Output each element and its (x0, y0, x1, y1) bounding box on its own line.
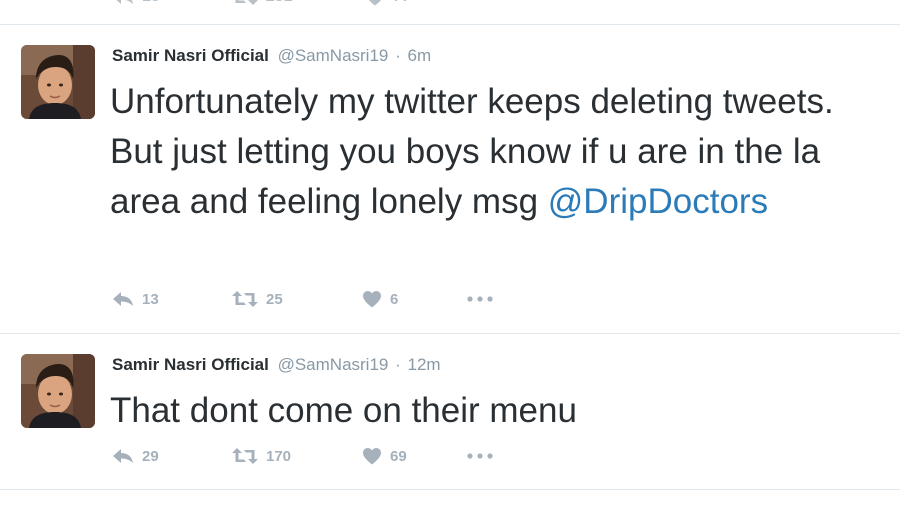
retweet-button[interactable]: 25 (232, 291, 362, 308)
more-icon (467, 453, 493, 459)
like-count: 6 (390, 290, 399, 308)
retweet-count: 231 (266, 0, 293, 6)
tweet[interactable]: Samir Nasri Official @SamNasri19 · 6m Un… (0, 25, 900, 334)
tweet[interactable]: Samir Nasri Official @SamNasri19 · 12m T… (0, 334, 900, 490)
heart-icon (368, 0, 381, 6)
display-name[interactable]: Samir Nasri Official (112, 355, 269, 374)
tweet-actions: 13 25 6 (112, 290, 507, 308)
reply-count: 13 (142, 290, 159, 308)
previous-tweet-actions: 15 231 77 (112, 0, 482, 6)
like-count: 77 (393, 0, 411, 6)
reply-button[interactable]: 13 (112, 291, 232, 308)
timeline: 15 231 77 (0, 0, 900, 505)
reply-button[interactable]: 29 (112, 448, 232, 465)
retweet-icon (232, 291, 258, 307)
next-tweet (0, 490, 900, 505)
display-name[interactable]: Samir Nasri Official (112, 46, 269, 65)
retweet-icon (235, 0, 258, 5)
tweet-text: That dont come on their menu (110, 386, 880, 436)
retweet-button[interactable]: 231 (232, 0, 293, 6)
like-button[interactable]: 69 (362, 447, 467, 465)
reply-icon (113, 292, 133, 306)
separator: · (395, 46, 401, 65)
reply-count: 29 (142, 447, 159, 465)
heart-icon (363, 448, 381, 465)
reply-icon (116, 0, 133, 4)
tweet-actions: 29 170 69 (112, 447, 507, 465)
user-handle[interactable]: @SamNasri19 (278, 46, 389, 65)
avatar-image (21, 354, 95, 428)
avatar[interactable] (21, 45, 95, 119)
retweet-icon (232, 448, 258, 464)
like-count: 69 (390, 447, 407, 465)
more-button[interactable] (467, 453, 507, 459)
more-icon (467, 296, 493, 302)
avatar[interactable] (21, 354, 95, 428)
tweet-text: Unfortunately my twitter keeps deleting … (110, 77, 880, 227)
tweet-header: Samir Nasri Official @SamNasri19 · 12m (112, 355, 441, 375)
heart-icon (363, 291, 381, 308)
reply-icon (113, 449, 133, 463)
reply-count: 15 (142, 0, 160, 6)
like-button[interactable]: 6 (362, 290, 467, 308)
timestamp[interactable]: 6m (408, 46, 432, 65)
retweet-button[interactable]: 170 (232, 448, 362, 465)
more-button[interactable] (467, 296, 507, 302)
tweet-header: Samir Nasri Official @SamNasri19 · 6m (112, 46, 431, 66)
retweet-count: 25 (266, 290, 283, 308)
like-button[interactable]: 77 (365, 0, 411, 6)
tweet-body: That dont come on their menu (110, 391, 577, 430)
retweet-count: 170 (266, 447, 292, 465)
timestamp[interactable]: 12m (408, 355, 441, 374)
reply-button[interactable]: 15 (112, 0, 160, 6)
avatar-image (21, 45, 95, 119)
user-handle[interactable]: @SamNasri19 (278, 355, 389, 374)
previous-tweet: 15 231 77 (0, 0, 900, 25)
mention-link[interactable]: @DripDoctors (548, 182, 768, 221)
separator: · (395, 355, 401, 374)
